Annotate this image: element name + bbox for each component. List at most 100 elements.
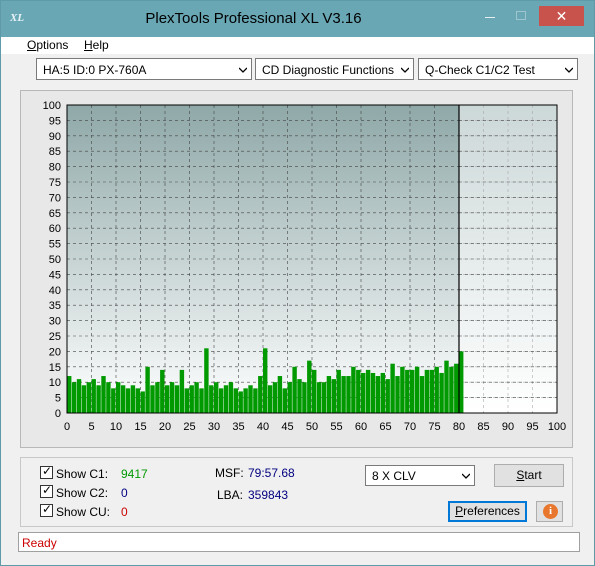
- c1-bar: [410, 369, 415, 413]
- minimize-button[interactable]: [477, 6, 503, 26]
- c1-bar: [233, 388, 239, 413]
- menu-options[interactable]: Options: [27, 38, 68, 52]
- msf-label: MSF:: [215, 466, 244, 480]
- c1-bar: [380, 372, 386, 413]
- lba-label: LBA:: [217, 488, 244, 502]
- c1-bar: [169, 382, 175, 413]
- x-tick-label: 50: [306, 421, 318, 433]
- status-bar: Ready: [18, 532, 580, 552]
- show-c1-label: Show C1:: [56, 467, 109, 481]
- c1-bar: [140, 391, 145, 413]
- c1-bar: [414, 366, 420, 413]
- c1-bar: [179, 369, 185, 413]
- preferences-accel: P: [455, 504, 464, 518]
- start-button[interactable]: Start: [494, 464, 564, 487]
- c1-bar: [316, 382, 322, 413]
- c1-bar: [400, 366, 405, 413]
- checkmark-icon: ✓: [42, 502, 53, 516]
- function-select-value: CD Diagnostic Functions: [262, 63, 395, 77]
- window-title: PlexTools Professional XL V3.16: [145, 10, 362, 27]
- drive-select[interactable]: HA:5 ID:0 PX-760A: [36, 58, 252, 80]
- c1-bar: [356, 369, 361, 413]
- c1-bar: [101, 376, 106, 413]
- menu-help[interactable]: Help: [84, 38, 109, 52]
- c1-bar: [76, 379, 82, 413]
- c1-bar: [277, 376, 283, 413]
- y-tick-label: 85: [49, 146, 61, 158]
- c1-bar: [434, 366, 439, 413]
- y-tick-label: 95: [49, 115, 61, 127]
- speed-select[interactable]: 8 X CLV: [365, 465, 475, 486]
- close-button[interactable]: ✕: [539, 6, 584, 26]
- x-tick-label: 75: [428, 421, 440, 433]
- checkbox-box[interactable]: ✓: [40, 502, 53, 517]
- checkbox-box[interactable]: ✓: [40, 464, 53, 479]
- chevron-down-icon: [462, 473, 470, 479]
- y-tick-label: 100: [43, 100, 61, 112]
- preferences-button[interactable]: Preferences: [448, 501, 527, 522]
- c1-bar: [385, 379, 390, 413]
- c1-bar: [81, 385, 87, 413]
- checkbox-box[interactable]: ✓: [40, 483, 53, 498]
- y-tick-label: 55: [49, 239, 61, 251]
- lba-value: 359843: [248, 488, 289, 502]
- c1-bar: [263, 348, 268, 413]
- info-icon: i: [543, 504, 558, 519]
- c2-count-value: 0: [121, 486, 128, 500]
- x-tick-label: 40: [257, 421, 269, 433]
- x-tick-label: 25: [183, 421, 195, 433]
- y-tick-label: 90: [49, 131, 61, 143]
- title-bar[interactable]: XL PlexTools Professional XL V3.16 ✕: [1, 1, 594, 37]
- c1-bar: [214, 382, 219, 413]
- c1-bar: [67, 376, 72, 413]
- x-tick-label: 5: [88, 421, 94, 433]
- y-tick-label: 20: [49, 346, 61, 358]
- c1-bar: [287, 382, 292, 413]
- c1-bar: [444, 360, 449, 413]
- y-tick-label: 30: [49, 316, 61, 328]
- test-select[interactable]: Q-Check C1/C2 Test: [418, 58, 578, 80]
- y-tick-label: 50: [49, 254, 61, 266]
- c1-bar: [91, 379, 96, 413]
- c1-bar: [439, 372, 444, 413]
- c1-bar: [116, 382, 121, 413]
- function-select[interactable]: CD Diagnostic Functions: [255, 58, 414, 80]
- x-tick-label: 55: [330, 421, 342, 433]
- c1-bar: [135, 388, 141, 413]
- c1-bar: [106, 382, 111, 413]
- test-select-value: Q-Check C1/C2 Test: [425, 63, 535, 77]
- menu-options-label: ptions: [36, 38, 69, 52]
- c1-bar: [390, 363, 395, 413]
- x-tick-label: 90: [502, 421, 514, 433]
- c1-c2-chart: 0510152025303540455055606570758085909510…: [43, 100, 567, 433]
- c1-bar: [449, 366, 454, 413]
- x-tick-label: 85: [477, 421, 489, 433]
- x-tick-label: 20: [159, 421, 171, 433]
- c1-bar: [174, 385, 180, 413]
- c1-bar: [370, 372, 376, 413]
- close-icon: ✕: [555, 8, 568, 24]
- menu-bar: Options Help: [1, 37, 594, 54]
- y-tick-label: 5: [55, 393, 61, 405]
- y-tick-label: 45: [49, 269, 61, 281]
- y-tick-label: 70: [49, 192, 61, 204]
- status-text: Ready: [22, 536, 57, 550]
- c1-bar: [272, 382, 278, 413]
- x-tick-label: 95: [526, 421, 538, 433]
- chevron-down-icon: [401, 67, 409, 73]
- c1-bar: [194, 382, 199, 413]
- x-tick-label: 0: [64, 421, 70, 433]
- start-label: tart: [524, 468, 542, 482]
- x-tick-label: 35: [232, 421, 244, 433]
- maximize-button[interactable]: [508, 6, 534, 26]
- c1-bar: [253, 388, 258, 413]
- x-tick-label: 45: [281, 421, 293, 433]
- c1-bar: [145, 366, 150, 413]
- menu-help-label: elp: [92, 38, 109, 52]
- y-tick-label: 35: [49, 300, 61, 312]
- chart-panel: 0 5 10 15 20 25 30 35 40 45 50 55 60 65 70 75 80 85 90 95 10…: [20, 90, 573, 448]
- c1-bar: [365, 369, 371, 413]
- c1-bar: [312, 369, 317, 413]
- y-tick-label: 60: [49, 223, 61, 235]
- info-button[interactable]: i: [536, 501, 563, 522]
